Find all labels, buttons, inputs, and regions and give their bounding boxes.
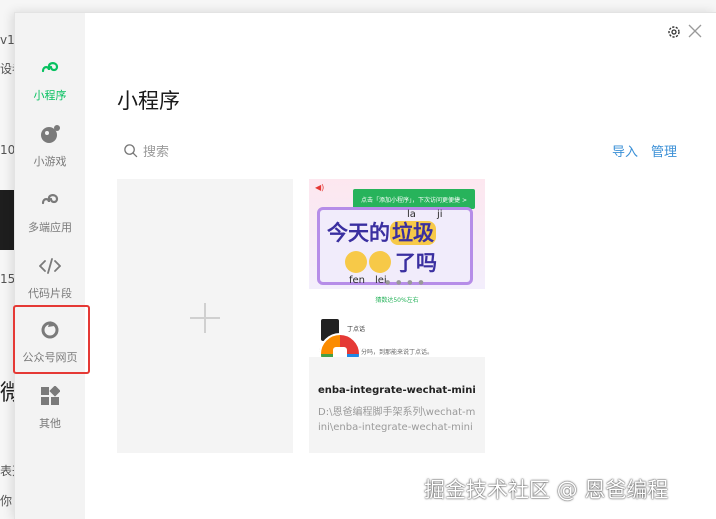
- gear-icon[interactable]: [666, 24, 682, 40]
- thumbnail-headline: 今天的垃圾: [327, 217, 436, 247]
- thumbnail-green-text: 猜数达50%左右: [375, 297, 419, 304]
- background-text: 10: [0, 143, 16, 157]
- sidebar-item-multiplatform[interactable]: 多端应用: [15, 189, 85, 253]
- thumbnail-app-name: 丁点话: [347, 326, 366, 333]
- background-text: 你: [0, 494, 13, 508]
- background-text: 15: [0, 272, 16, 286]
- code-snippet-icon: [39, 255, 61, 277]
- sidebar-item-minigame[interactable]: 小游戏: [15, 123, 85, 187]
- import-button[interactable]: 导入: [612, 141, 638, 160]
- close-icon[interactable]: [687, 23, 703, 39]
- sidebar-item-label: 小游戏: [33, 155, 67, 168]
- project-name: enba-integrate-wechat-mini: [318, 385, 476, 396]
- other-grid-icon: [39, 385, 61, 407]
- search-input[interactable]: [143, 144, 343, 160]
- manage-button[interactable]: 管理: [651, 141, 677, 160]
- add-project-card[interactable]: [117, 179, 293, 453]
- carousel-dots: ● ● ● ●: [385, 279, 426, 286]
- headline-suffix: 了吗: [395, 251, 437, 275]
- speaker-icon: ◀): [315, 183, 325, 192]
- project-type-sidebar: 小程序 小游戏 多端应用 代码片段 公众号网页 其他: [13, 13, 90, 519]
- project-thumbnail: ◀) 点击「添加小程序」，下次访问更便捷 > la ji 今天的垃圾 了吗 fe…: [309, 179, 485, 357]
- sidebar-item-label: 多端应用: [28, 221, 72, 234]
- watermark: 掘金技术社区 @ 恩爸编程: [424, 478, 669, 502]
- miniprogram-icon: [39, 57, 61, 79]
- sidebar-item-label: 小程序: [33, 89, 67, 102]
- sidebar-item-label: 代码片段: [28, 287, 72, 300]
- thumbnail-headline-2: 了吗: [345, 247, 437, 277]
- plus-icon: [188, 301, 222, 335]
- sidebar-item-miniprogram[interactable]: 小程序: [15, 57, 85, 121]
- blank-blob: [345, 251, 367, 273]
- project-path: D:\恩爸编程脚手架系列\wechat-mini\enba-integrate-…: [318, 407, 476, 433]
- sidebar-item-other[interactable]: 其他: [15, 385, 85, 449]
- project-card[interactable]: ◀) 点击「添加小程序」，下次访问更便捷 > la ji 今天的垃圾 了吗 fe…: [309, 179, 485, 453]
- minigame-icon: [39, 123, 61, 145]
- blank-blob: [369, 251, 391, 273]
- headline-prefix: 今天的: [327, 221, 390, 245]
- pinyin-text: ji: [437, 209, 443, 220]
- search-bar[interactable]: [123, 141, 403, 163]
- sidebar-item-label: 其他: [39, 417, 61, 430]
- search-icon: [123, 143, 138, 162]
- pinyin-text: fen: [349, 275, 366, 286]
- annotation-highlight-box: [13, 305, 90, 374]
- multiplatform-icon: [39, 189, 61, 211]
- thumbnail-tip-banner: 点击「添加小程序」，下次访问更便捷 >: [353, 189, 475, 209]
- new-project-dialog: 小程序 小游戏 多端应用 代码片段 公众号网页 其他 小程序 搜索 导入 管理 …: [13, 12, 716, 519]
- headline-highlight: 垃圾: [390, 221, 436, 245]
- page-title: 小程序: [117, 89, 180, 113]
